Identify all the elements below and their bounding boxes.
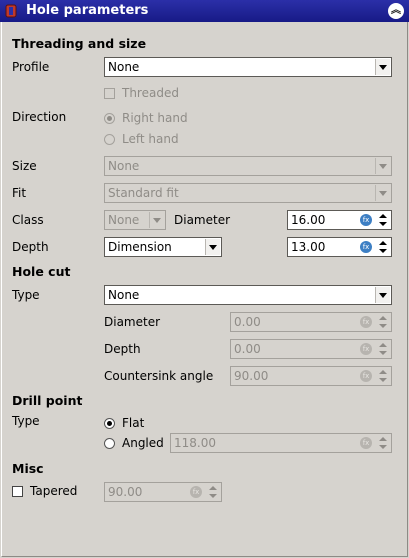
angled-radio[interactable] xyxy=(104,438,115,449)
profile-dropdown[interactable]: None xyxy=(104,57,392,77)
diameter-value: 16.00 xyxy=(291,213,326,227)
size-label: Size xyxy=(12,159,37,173)
holecut-diameter-label: Diameter xyxy=(104,315,161,329)
collapse-panel-button[interactable]: ︽ xyxy=(388,3,404,19)
holecut-depth-spinbox[interactable]: 0.00 fx xyxy=(230,339,392,359)
tapered-label: Tapered xyxy=(30,484,78,498)
diameter-label: Diameter xyxy=(174,213,231,227)
angled-value: 118.00 xyxy=(174,436,216,450)
spin-up-icon[interactable] xyxy=(379,316,387,320)
chevron-up-icon: ︽ xyxy=(391,5,401,16)
spin-arrows[interactable] xyxy=(376,341,390,357)
holecut-depth-value: 0.00 xyxy=(234,342,261,356)
panel-titlebar: Hole parameters ︽ xyxy=(0,0,409,22)
fit-value: Standard fit xyxy=(108,186,179,200)
chevron-down-icon xyxy=(375,158,390,174)
holecut-type-value: None xyxy=(108,288,140,302)
depth-label: Depth xyxy=(12,240,49,254)
fit-label: Fit xyxy=(12,186,27,200)
threaded-checkbox[interactable] xyxy=(104,88,115,99)
holecut-type-label: Type xyxy=(12,288,40,302)
section-threading-and-size: Threading and size xyxy=(12,36,147,51)
fit-dropdown[interactable]: Standard fit xyxy=(104,183,392,203)
holecut-diameter-value: 0.00 xyxy=(234,315,261,329)
spin-arrows[interactable] xyxy=(376,212,390,228)
class-dropdown[interactable]: None xyxy=(104,210,166,230)
holecut-depth-label: Depth xyxy=(104,342,141,356)
size-dropdown[interactable]: None xyxy=(104,156,392,176)
spin-arrows[interactable] xyxy=(376,368,390,384)
holecut-type-dropdown[interactable]: None xyxy=(104,285,392,305)
spin-up-icon[interactable] xyxy=(209,486,217,490)
spin-arrows[interactable] xyxy=(376,239,390,255)
spin-arrows[interactable] xyxy=(376,314,390,330)
right-hand-label: Right hand xyxy=(122,111,188,125)
expression-fx-icon[interactable]: fx xyxy=(360,214,372,226)
holecut-diameter-spinbox[interactable]: 0.00 fx xyxy=(230,312,392,332)
spin-up-icon[interactable] xyxy=(379,241,387,245)
spin-up-icon[interactable] xyxy=(379,370,387,374)
section-drill-point: Drill point xyxy=(12,393,83,408)
profile-value: None xyxy=(108,60,140,74)
countersink-angle-value: 90.00 xyxy=(234,369,269,383)
threaded-label: Threaded xyxy=(122,86,179,100)
section-misc: Misc xyxy=(12,461,44,476)
size-value: None xyxy=(108,159,140,173)
expression-fx-icon[interactable]: fx xyxy=(360,316,372,328)
cylinder-hole-icon xyxy=(5,4,17,18)
spin-up-icon[interactable] xyxy=(379,437,387,441)
chevron-down-icon xyxy=(375,59,390,75)
class-label: Class xyxy=(12,213,44,227)
expression-fx-icon[interactable]: fx xyxy=(360,343,372,355)
profile-label: Profile xyxy=(12,60,50,74)
spin-up-icon[interactable] xyxy=(379,343,387,347)
chevron-down-icon xyxy=(149,212,164,228)
flat-radio[interactable] xyxy=(104,418,115,429)
tapered-angle-spinbox[interactable]: 90.00 fx xyxy=(104,482,222,502)
depth-type-dropdown[interactable]: Dimension xyxy=(104,237,222,257)
tapered-angle-value: 90.00 xyxy=(108,485,143,499)
tapered-checkbox[interactable] xyxy=(12,486,23,497)
depth-type-value: Dimension xyxy=(108,240,172,254)
countersink-angle-label: Countersink angle xyxy=(104,369,214,383)
panel-title: Hole parameters xyxy=(26,3,149,18)
expression-fx-icon[interactable]: fx xyxy=(360,241,372,253)
spin-down-icon[interactable] xyxy=(379,378,387,382)
chevron-down-icon xyxy=(375,287,390,303)
spin-down-icon[interactable] xyxy=(379,445,387,449)
class-value: None xyxy=(108,213,140,227)
left-hand-label: Left hand xyxy=(122,132,179,146)
expression-fx-icon[interactable]: fx xyxy=(360,370,372,382)
chevron-down-icon xyxy=(375,185,390,201)
spin-down-icon[interactable] xyxy=(379,324,387,328)
countersink-angle-spinbox[interactable]: 90.00 fx xyxy=(230,366,392,386)
spin-down-icon[interactable] xyxy=(379,222,387,226)
section-hole-cut: Hole cut xyxy=(12,264,71,279)
spin-arrows[interactable] xyxy=(376,435,390,451)
right-hand-radio[interactable] xyxy=(104,113,115,124)
flat-label: Flat xyxy=(122,416,145,430)
diameter-spinbox[interactable]: 16.00 fx xyxy=(287,210,392,230)
chevron-down-icon xyxy=(205,239,220,255)
spin-down-icon[interactable] xyxy=(209,494,217,498)
spin-up-icon[interactable] xyxy=(379,214,387,218)
spin-down-icon[interactable] xyxy=(379,249,387,253)
angled-spinbox[interactable]: 118.00 fx xyxy=(170,433,392,453)
spin-arrows[interactable] xyxy=(206,484,220,500)
angled-label: Angled xyxy=(122,436,164,450)
drillpoint-type-label: Type xyxy=(12,414,40,428)
expression-fx-icon[interactable]: fx xyxy=(190,486,202,498)
direction-label: Direction xyxy=(12,110,67,124)
left-hand-radio[interactable] xyxy=(104,134,115,145)
expression-fx-icon[interactable]: fx xyxy=(360,437,372,449)
spin-down-icon[interactable] xyxy=(379,351,387,355)
depth-value: 13.00 xyxy=(291,240,326,254)
depth-spinbox[interactable]: 13.00 fx xyxy=(287,237,392,257)
